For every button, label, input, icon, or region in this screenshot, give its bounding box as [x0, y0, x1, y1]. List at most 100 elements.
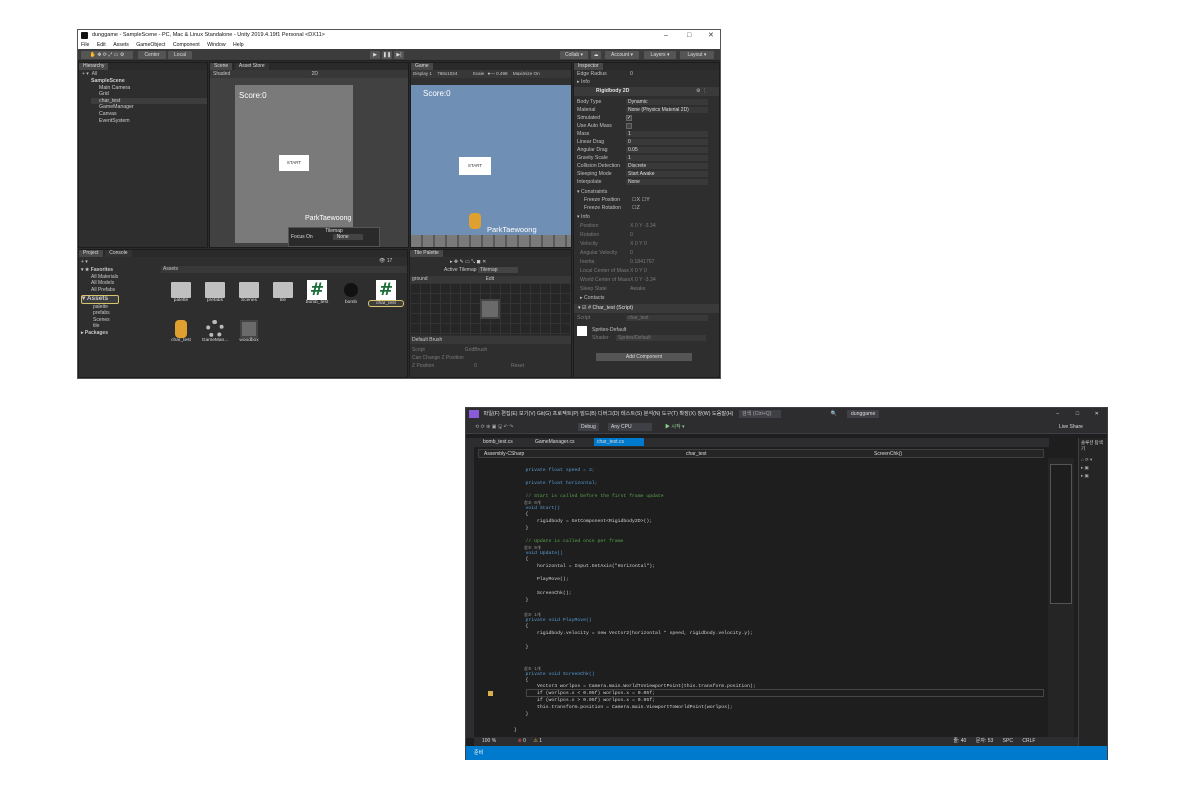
code-line[interactable]: void Start() — [514, 506, 561, 511]
assets-node[interactable]: ▾ Assets — [81, 295, 119, 304]
vs-minimize-icon[interactable]: – — [1056, 408, 1059, 421]
code-line[interactable]: private void PlayMove() — [514, 618, 592, 623]
code-line[interactable]: ScreenChk(); — [514, 591, 572, 596]
close-icon[interactable]: ✕ — [708, 30, 714, 41]
code-line[interactable]: { — [514, 512, 529, 517]
scene-canvas[interactable]: Score:0 START ParkTaewoong — [235, 85, 353, 243]
asset-prefabs[interactable]: prefabs — [200, 282, 230, 303]
script-field[interactable]: char_test — [626, 315, 708, 321]
tab-inspector[interactable]: Inspector — [574, 63, 603, 70]
lightbulb-icon[interactable] — [488, 691, 493, 696]
edge-radius-value[interactable]: 0 — [630, 71, 633, 77]
z-position-value[interactable]: 0 — [474, 363, 477, 369]
tab-scene[interactable]: Scene — [210, 63, 233, 70]
vs-start-button[interactable]: ▶ 시작 ▾ — [662, 423, 688, 431]
asset-palette[interactable]: palette — [166, 282, 196, 303]
menu-component[interactable]: Component — [173, 42, 200, 48]
tab-bomb-test[interactable]: bomb_test.cs — [480, 438, 516, 446]
warning-icon[interactable]: ⚠ — [533, 738, 537, 744]
step-button[interactable]: ▶| — [394, 51, 404, 59]
tab-char-test[interactable]: char_test.cs — [594, 438, 644, 446]
asset-gamemanager[interactable]: GameMan... — [200, 320, 230, 343]
code-line[interactable]: } — [514, 712, 529, 717]
code-line[interactable]: { — [514, 557, 529, 562]
hierarchy-item-eventsystem[interactable]: EventSystem — [91, 118, 207, 125]
code-line[interactable]: } — [514, 645, 529, 650]
freeze-position-toggles[interactable]: ☐X ☐Y — [632, 197, 650, 203]
vs-close-icon[interactable]: ✕ — [1095, 408, 1099, 421]
code-line[interactable]: private float speed = 3; — [514, 468, 595, 473]
pause-button[interactable]: ❚❚ — [382, 51, 392, 59]
vs-menu-extensions[interactable]: 확장(X) — [679, 411, 695, 417]
project-create-button[interactable]: + ▾ — [81, 259, 88, 265]
hierarchy-item-gamemanager[interactable]: GameManager — [91, 104, 207, 111]
add-component-button[interactable]: Add Component — [596, 353, 692, 361]
code-line[interactable]: private void ScreenChk() — [514, 672, 595, 677]
vs-config-dropdown[interactable]: Debug — [578, 423, 599, 431]
linear-drag-field[interactable]: 0 — [626, 139, 708, 145]
shaded-dropdown[interactable]: Shaded — [213, 71, 230, 77]
code-line[interactable]: private float horizontal; — [514, 481, 598, 486]
asset-bomb[interactable]: bomb — [336, 280, 366, 305]
tab-game[interactable]: Game — [411, 63, 433, 70]
code-line[interactable]: Vector3 worlpos = Camera.main.WorldToVie… — [514, 684, 756, 689]
collision-detection-dropdown[interactable]: Discrete — [626, 163, 708, 169]
vs-menu-tools[interactable]: 도구(T) — [662, 411, 678, 417]
code-line[interactable]: rigidbody.velocity = new Vector2(horizon… — [514, 631, 753, 636]
angular-drag-field[interactable]: 0.05 — [626, 147, 708, 153]
menu-window[interactable]: Window — [207, 42, 225, 48]
error-icon[interactable]: ⊗ — [518, 738, 522, 744]
vs-search-box[interactable]: 검색 (Ctrl+Q) — [738, 410, 782, 418]
material-field[interactable]: None (Physics Material 2D) — [626, 107, 708, 113]
hierarchy-item-main-camera[interactable]: Main Camera — [91, 85, 207, 92]
code-line[interactable]: { — [514, 678, 529, 683]
code-line[interactable]: // Start is called before the first fram… — [514, 494, 664, 499]
code-line[interactable]: } — [514, 598, 529, 603]
vs-menu-project[interactable]: 프로젝트(P) — [553, 411, 579, 417]
shader-dropdown[interactable]: Sprites/Default — [616, 335, 706, 341]
body-type-dropdown[interactable]: Dynamic — [626, 99, 708, 105]
nav-member-dropdown[interactable]: ScreenChk() — [871, 450, 905, 458]
nav-assembly-dropdown[interactable]: Assembly-CSharp — [481, 450, 527, 458]
code-line[interactable]: } — [514, 728, 517, 733]
game-start-button[interactable]: START — [459, 157, 491, 175]
packages-node[interactable]: ▸ Packages — [81, 330, 159, 337]
vs-menu-test[interactable]: 테스트(S) — [621, 411, 642, 417]
layout-dropdown[interactable]: Layout ▾ — [680, 51, 714, 59]
vs-minimap[interactable] — [1048, 458, 1074, 738]
project-breadcrumb[interactable]: Assets — [161, 266, 407, 273]
play-button[interactable]: ▶ — [370, 51, 380, 59]
tab-console[interactable]: Console — [105, 250, 132, 257]
vs-left-sidebar[interactable] — [466, 438, 474, 738]
code-editor[interactable]: private float speed = 3; private float h… — [514, 464, 1044, 734]
asset-scenes[interactable]: Scenes — [234, 282, 264, 303]
palette-grid[interactable] — [410, 283, 571, 335]
code-line[interactable]: // Update is called once per frame — [514, 539, 624, 544]
layers-dropdown[interactable]: Layers ▾ — [644, 51, 676, 59]
code-line[interactable]: rigidbody = GetComponent<Rigidbody2D>(); — [514, 519, 652, 524]
component-settings-icon[interactable]: ⚙ ⋮ — [696, 88, 707, 94]
asset-char-test-prefab[interactable]: char_test — [166, 320, 196, 343]
vs-platform-dropdown[interactable]: Any CPU — [608, 423, 652, 431]
info2-foldout[interactable]: ▾ Info — [577, 214, 590, 220]
simulated-checkbox[interactable]: ✓ — [626, 115, 632, 121]
vs-menu-edit[interactable]: 편집(E) — [501, 411, 517, 417]
fav-all-prefabs[interactable]: All Prefabs — [81, 287, 159, 294]
tab-hierarchy[interactable]: Hierarchy — [79, 63, 109, 70]
constraints-foldout[interactable]: ▾ Constraints — [577, 189, 607, 195]
code-line[interactable]: this.transform.position = Camera.main.Vi… — [514, 705, 733, 710]
zoom-level[interactable]: 100 % — [482, 738, 496, 744]
vs-maximize-icon[interactable]: □ — [1076, 408, 1079, 421]
code-line[interactable]: if (worlpos.x < 0.05f) worlpos.x = 0.05f… — [514, 691, 655, 696]
code-line[interactable]: horizontal = Input.GetAxis("Horizontal")… — [514, 564, 655, 569]
vs-liveshare-button[interactable]: Live Share — [1056, 423, 1086, 431]
maximize-toggle[interactable]: Maximize On — [513, 71, 540, 76]
tab-gamemanager[interactable]: GameManager.cs — [532, 438, 577, 446]
code-line[interactable]: void Update() — [514, 551, 563, 556]
vs-menu-debug[interactable]: 디버그(D) — [598, 411, 620, 417]
menu-file[interactable]: File — [81, 42, 89, 48]
pivot-local-toggle[interactable]: Local — [168, 51, 192, 59]
asset-woodbox[interactable]: woodbox — [234, 320, 264, 343]
vs-menu-analyze[interactable]: 분석(N) — [644, 411, 661, 417]
minimap-viewport[interactable] — [1050, 464, 1072, 604]
